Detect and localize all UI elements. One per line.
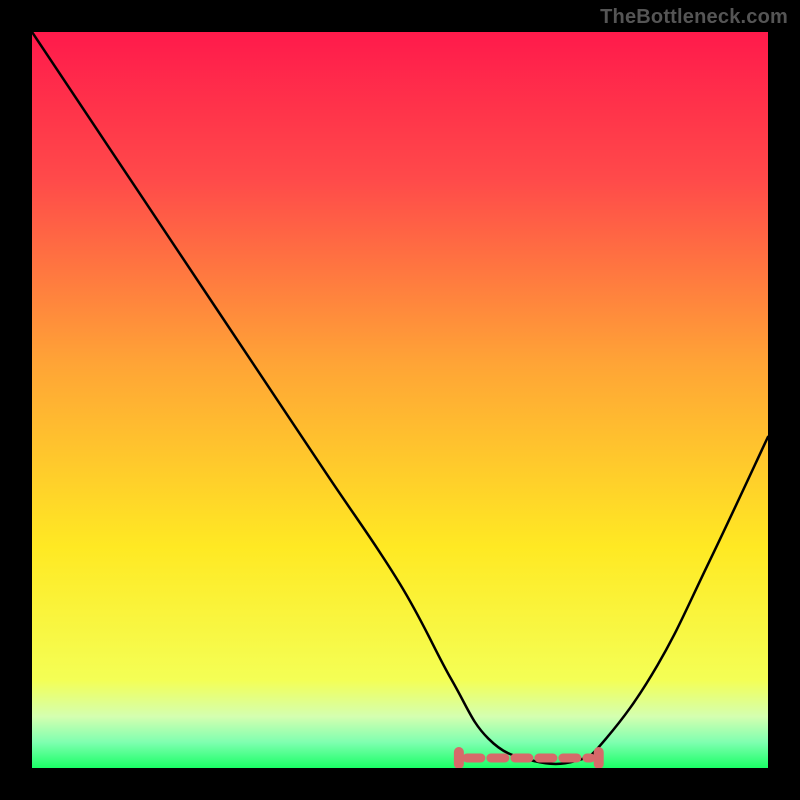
plot-area xyxy=(32,32,768,768)
chart-frame: TheBottleneck.com xyxy=(0,0,800,800)
gradient-background xyxy=(32,32,768,768)
attribution-label: TheBottleneck.com xyxy=(600,6,788,29)
bottleneck-chart xyxy=(32,32,768,768)
